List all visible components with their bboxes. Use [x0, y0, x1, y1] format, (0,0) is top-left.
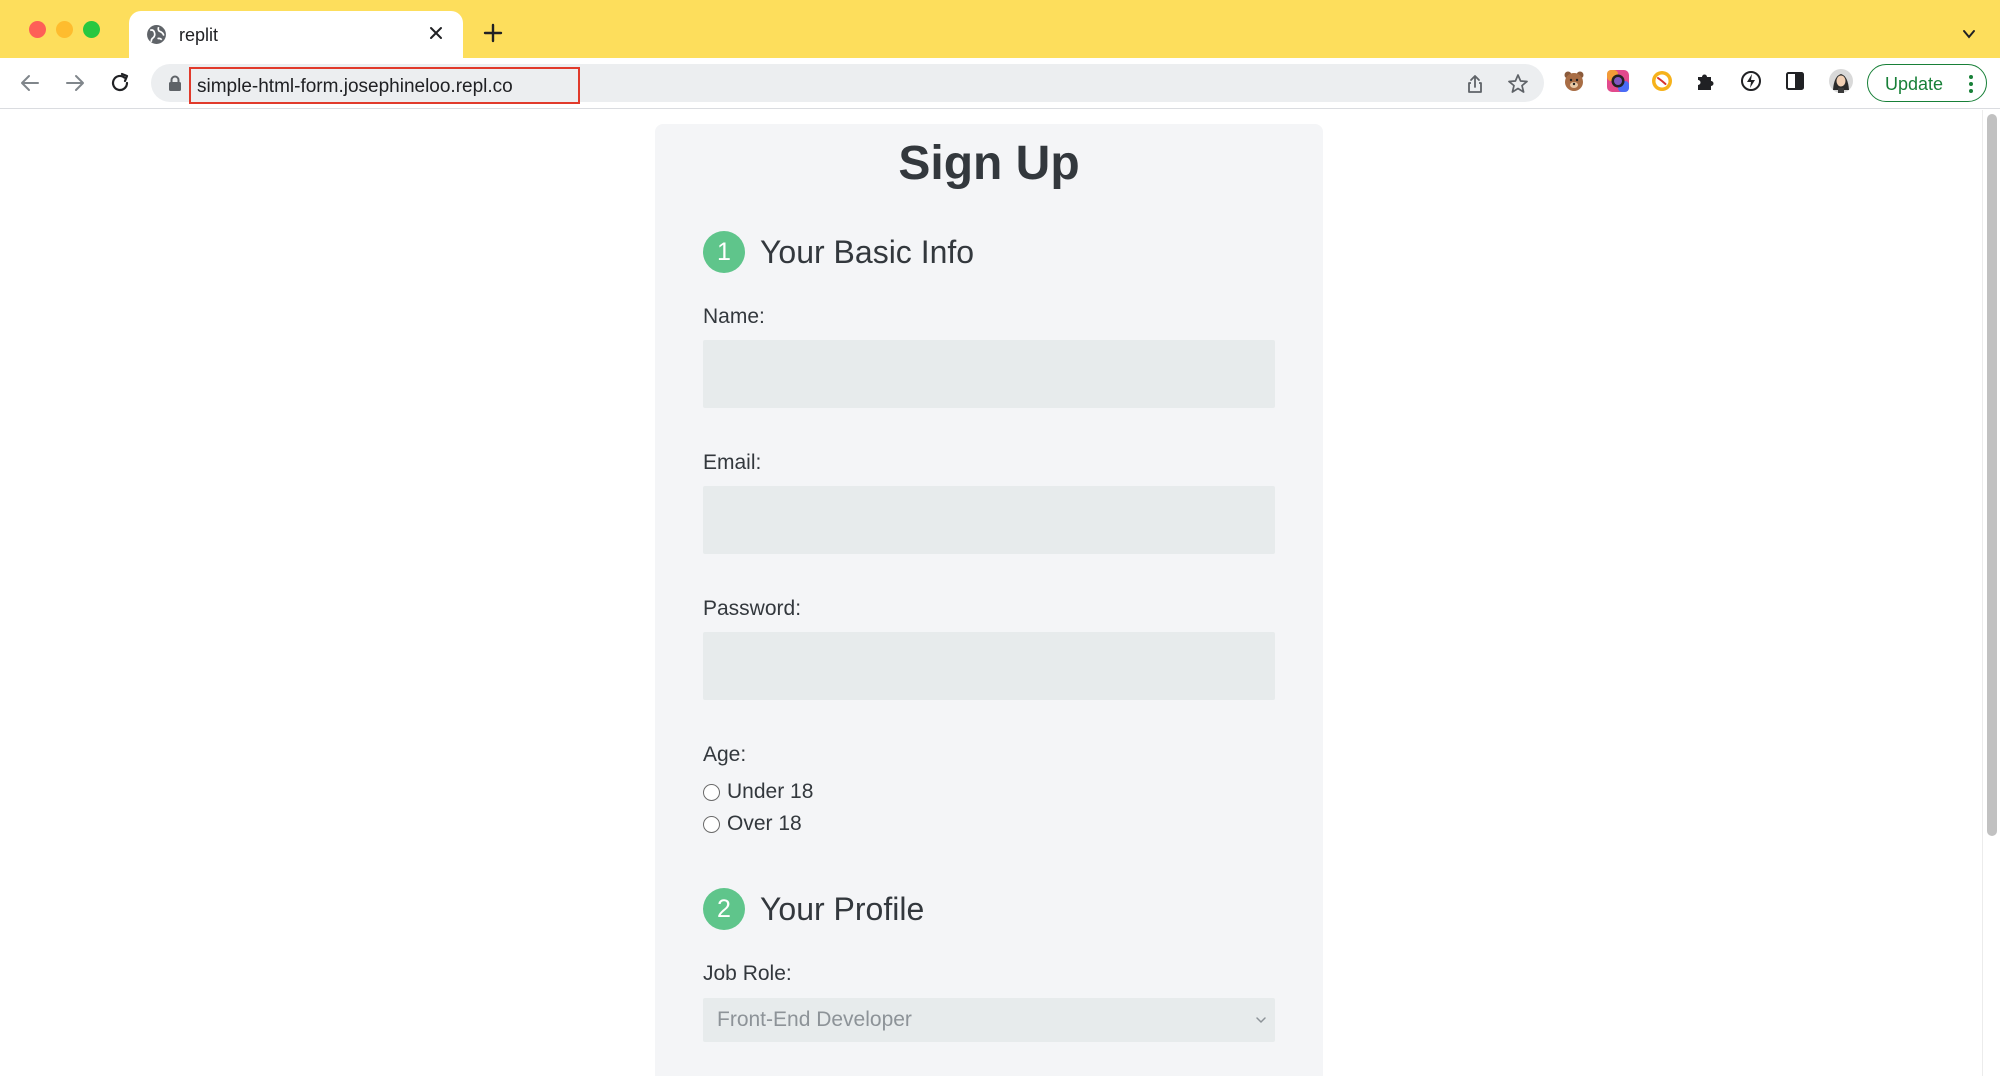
plus-icon: [483, 23, 503, 43]
share-button[interactable]: [1463, 72, 1487, 96]
page-scrollbar[interactable]: [1982, 110, 2000, 1076]
close-icon: [430, 27, 442, 39]
chevron-down-icon: [1963, 30, 1975, 39]
side-panel-button[interactable]: [1781, 67, 1809, 95]
profile-avatar[interactable]: [1827, 67, 1855, 95]
globe-icon: [147, 25, 166, 44]
page-viewport: Sign Up 1 Your Basic Info Name: Email: P…: [0, 110, 1982, 1076]
share-icon: [1468, 75, 1482, 93]
back-button[interactable]: [13, 66, 47, 100]
forward-button[interactable]: [58, 66, 92, 100]
job-role-label: Job Role:: [703, 962, 792, 985]
tab-search-button[interactable]: [1955, 20, 1983, 48]
close-window-button[interactable]: [29, 21, 46, 38]
new-tab-button[interactable]: [478, 18, 508, 48]
signup-form-card: Sign Up 1 Your Basic Info Name: Email: P…: [655, 124, 1323, 1076]
radio-label-over-18[interactable]: Over 18: [727, 812, 802, 836]
update-label: Update: [1885, 74, 1944, 94]
star-icon: [1508, 74, 1528, 93]
avatar-icon: [1829, 69, 1853, 93]
scrollbar-thumb[interactable]: [1987, 114, 1997, 836]
maximize-window-button[interactable]: [83, 21, 100, 38]
name-label: Name:: [703, 305, 765, 328]
update-button[interactable]: Update: [1867, 64, 1987, 102]
radio-label-under-18[interactable]: Under 18: [727, 780, 813, 804]
speed-extension-button[interactable]: [1737, 67, 1765, 95]
step-badge: 1: [703, 231, 745, 273]
radio-under-18[interactable]: [703, 784, 720, 801]
bookmark-button[interactable]: [1506, 72, 1530, 96]
lightning-circle-icon: [1741, 71, 1761, 91]
section-title: Your Profile: [760, 891, 925, 927]
arrow-left-icon: [21, 75, 39, 91]
job-role-selected: Front-End Developer: [717, 1008, 912, 1031]
url-highlight-box: simple-html-form.josephineloo.repl.co: [189, 67, 580, 104]
more-vertical-icon: [1969, 75, 1973, 93]
reload-icon: [111, 72, 129, 92]
bear-icon: [1564, 71, 1584, 91]
step-badge: 2: [703, 888, 745, 930]
radio-over-18[interactable]: [703, 816, 720, 833]
tab-bar: replit: [0, 0, 2000, 58]
section-title: Your Basic Info: [760, 234, 975, 270]
color-extension-button[interactable]: [1604, 67, 1632, 95]
name-input[interactable]: [703, 340, 1275, 408]
side-panel-icon: [1786, 72, 1804, 90]
chevron-down-icon: [1256, 1017, 1266, 1024]
puzzle-icon: [1698, 74, 1714, 90]
email-input[interactable]: [703, 486, 1275, 554]
age-label: Age:: [703, 743, 747, 766]
tab-title: replit: [179, 25, 219, 45]
arrow-right-icon: [66, 75, 84, 91]
color-ring-icon: [1607, 70, 1629, 92]
page-title: Sign Up: [898, 137, 1080, 190]
browser-tab[interactable]: replit: [129, 11, 463, 58]
url-text[interactable]: simple-html-form.josephineloo.repl.co: [197, 76, 513, 98]
lock-icon[interactable]: [168, 75, 182, 91]
extensions-button[interactable]: [1692, 67, 1720, 95]
bear-extension-button[interactable]: [1560, 67, 1588, 95]
reload-button[interactable]: [103, 66, 137, 100]
timer-icon: [1652, 71, 1672, 91]
timer-extension-button[interactable]: [1648, 67, 1676, 95]
browser-toolbar: simple-html-form.josephineloo.repl.co Up…: [0, 58, 2000, 109]
email-label: Email:: [703, 451, 762, 474]
password-input[interactable]: [703, 632, 1275, 700]
tab-close-button[interactable]: [423, 20, 449, 46]
address-bar[interactable]: simple-html-form.josephineloo.repl.co: [151, 64, 1544, 104]
password-label: Password:: [703, 597, 802, 620]
minimize-window-button[interactable]: [56, 21, 73, 38]
job-role-select[interactable]: Front-End Developer: [703, 998, 1275, 1042]
